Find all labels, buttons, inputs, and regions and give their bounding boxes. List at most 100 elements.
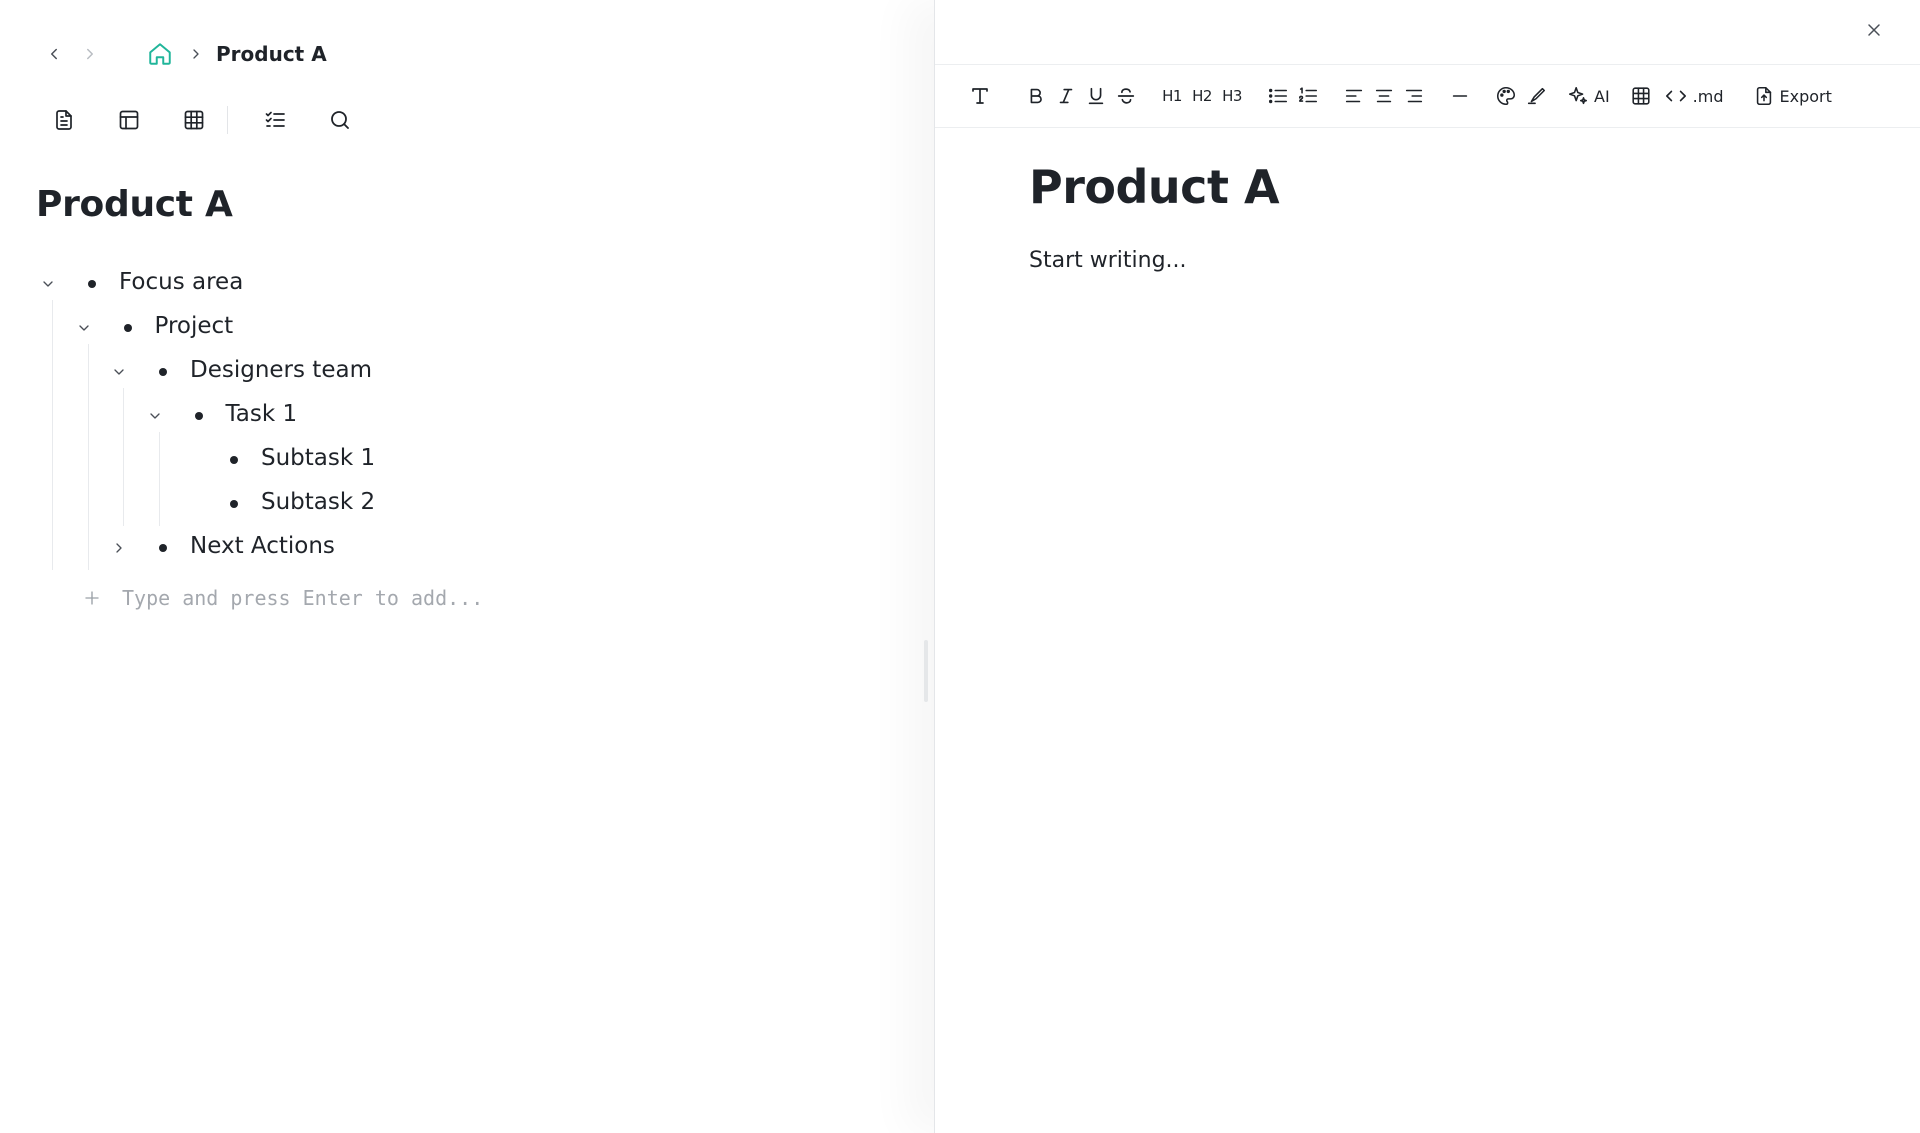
table-icon	[1630, 85, 1652, 107]
outline-item[interactable]: Designers team	[36, 350, 896, 394]
align-right-icon	[1403, 85, 1425, 107]
bullet-icon[interactable]	[159, 544, 167, 552]
highlighter-icon	[1525, 85, 1547, 107]
editor-toolbar: H1 H2 H3 AI .md Export	[935, 64, 1920, 128]
table-view-button[interactable]	[176, 102, 212, 138]
document-view-button[interactable]	[46, 102, 82, 138]
editor-panel: H1 H2 H3 AI .md Export Product A Start w…	[934, 0, 1920, 1133]
chevron-right-icon	[188, 46, 204, 62]
forward-button[interactable]	[72, 36, 108, 72]
indent-guide	[87, 344, 89, 570]
code-icon	[1664, 85, 1688, 107]
indent-guide	[52, 300, 53, 570]
chevron-right-icon	[81, 45, 99, 63]
bullet-icon[interactable]	[230, 456, 238, 464]
chevron-down-icon[interactable]	[70, 314, 98, 342]
chevron-right-icon[interactable]	[105, 534, 133, 562]
export-button[interactable]: Export	[1753, 78, 1832, 114]
heading-2-button[interactable]: H2	[1187, 78, 1217, 114]
bullet-list-icon	[1267, 85, 1289, 107]
heading-3-button[interactable]: H3	[1217, 78, 1247, 114]
outline-item-label[interactable]: Task 1	[226, 401, 298, 427]
ai-button[interactable]: AI	[1567, 78, 1610, 114]
bold-button[interactable]	[1021, 78, 1051, 114]
document-icon	[52, 108, 76, 132]
highlight-button[interactable]	[1521, 78, 1551, 114]
outline-tree: Focus area Project Designers team Task 1 Sub…	[36, 262, 896, 570]
bullet-icon[interactable]	[159, 368, 167, 376]
outline-item-label[interactable]: Focus area	[119, 269, 243, 295]
chevron-down-icon[interactable]	[34, 270, 62, 298]
strikethrough-icon	[1115, 85, 1137, 107]
checklist-view-button[interactable]	[257, 102, 293, 138]
underline-button[interactable]	[1081, 78, 1111, 114]
numbered-list-button[interactable]	[1293, 78, 1323, 114]
horizontal-rule-icon	[1449, 85, 1471, 107]
search-button[interactable]	[322, 102, 358, 138]
add-item-input[interactable]	[122, 586, 642, 610]
outline-item-label[interactable]: Subtask 2	[261, 489, 375, 515]
palette-icon	[1495, 85, 1517, 107]
board-view-button[interactable]	[111, 102, 147, 138]
italic-button[interactable]	[1051, 78, 1081, 114]
home-button[interactable]	[142, 36, 178, 72]
view-toolbar	[46, 102, 358, 138]
layout-icon	[117, 108, 141, 132]
strikethrough-button[interactable]	[1111, 78, 1141, 114]
heading-1-button[interactable]: H1	[1157, 78, 1187, 114]
back-button[interactable]	[36, 36, 72, 72]
chevron-down-icon[interactable]	[141, 402, 169, 430]
breadcrumb-separator	[178, 36, 214, 72]
italic-icon	[1055, 85, 1077, 107]
bullet-icon[interactable]	[123, 324, 132, 332]
plus-icon[interactable]	[80, 586, 104, 610]
file-export-icon	[1753, 85, 1775, 107]
text-color-button[interactable]	[1491, 78, 1521, 114]
bullet-icon[interactable]	[194, 412, 203, 420]
document-body[interactable]: Start writing...	[1029, 248, 1429, 273]
align-right-button[interactable]	[1399, 78, 1429, 114]
sparkles-icon	[1567, 85, 1589, 107]
outline-item[interactable]: Next Actions	[36, 526, 896, 570]
page-title: Product A	[36, 184, 233, 225]
panel-resize-handle[interactable]	[924, 640, 928, 702]
horizontal-rule-button[interactable]	[1445, 78, 1475, 114]
outline-item[interactable]: Subtask 1	[36, 438, 896, 482]
outline-item-label[interactable]: Next Actions	[190, 533, 335, 559]
text-style-button[interactable]	[965, 78, 995, 114]
outline-item-label[interactable]: Project	[155, 313, 234, 339]
outline-item-label[interactable]: Designers team	[190, 357, 372, 383]
align-center-button[interactable]	[1369, 78, 1399, 114]
insert-table-button[interactable]	[1626, 78, 1656, 114]
close-icon	[1864, 20, 1884, 40]
outline-item-label[interactable]: Subtask 1	[261, 445, 375, 471]
outline-item[interactable]: Project	[36, 306, 896, 350]
grid-icon	[182, 108, 206, 132]
document-title[interactable]: Product A	[1029, 160, 1429, 214]
markdown-button[interactable]: .md	[1664, 78, 1724, 114]
bullet-icon[interactable]	[230, 500, 238, 508]
outline-panel: Product A Product A Focus area Project D…	[0, 0, 934, 1133]
align-center-icon	[1373, 85, 1395, 107]
toolbar-divider	[227, 106, 228, 134]
outline-item[interactable]: Subtask 2	[36, 482, 896, 526]
bullet-icon[interactable]	[88, 280, 96, 288]
outline-item[interactable]: Task 1	[36, 394, 896, 438]
home-icon	[147, 41, 173, 67]
bullet-list-button[interactable]	[1263, 78, 1293, 114]
checklist-icon	[263, 108, 287, 132]
search-icon	[328, 108, 352, 132]
outline-item[interactable]: Focus area	[36, 262, 896, 306]
text-icon	[968, 84, 992, 108]
close-button[interactable]	[1856, 12, 1892, 48]
underline-icon	[1085, 85, 1107, 107]
breadcrumb-current[interactable]: Product A	[216, 42, 327, 66]
indent-guide	[158, 432, 160, 526]
align-left-button[interactable]	[1339, 78, 1369, 114]
breadcrumb: Product A	[36, 36, 327, 72]
chevron-down-icon[interactable]	[105, 358, 133, 386]
numbered-list-icon	[1297, 85, 1319, 107]
indent-guide	[123, 388, 124, 526]
chevron-left-icon	[45, 45, 63, 63]
bold-icon	[1025, 85, 1047, 107]
